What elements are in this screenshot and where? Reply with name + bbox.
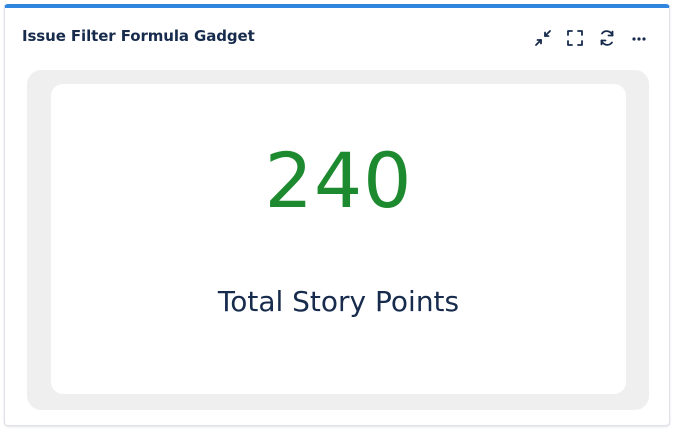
gadget-actions: [533, 28, 649, 48]
formula-value: 240: [264, 136, 413, 225]
result-card: 240 Total Story Points: [51, 84, 626, 394]
gadget-header: Issue Filter Formula Gadget: [5, 8, 669, 62]
gadget-title: Issue Filter Formula Gadget: [22, 27, 255, 45]
formula-label: Total Story Points: [217, 285, 460, 318]
result-panel: 240 Total Story Points: [27, 70, 649, 410]
more-button[interactable]: [629, 28, 649, 48]
minimize-button[interactable]: [533, 28, 553, 48]
fullscreen-button[interactable]: [565, 28, 585, 48]
more-icon: [632, 37, 646, 41]
gadget-card: Issue Filter Formula Gadget 240 Total St…: [4, 4, 670, 426]
minimize-icon: [535, 30, 551, 46]
refresh-icon: [600, 30, 614, 46]
refresh-button[interactable]: [597, 28, 617, 48]
fullscreen-icon: [567, 30, 583, 46]
